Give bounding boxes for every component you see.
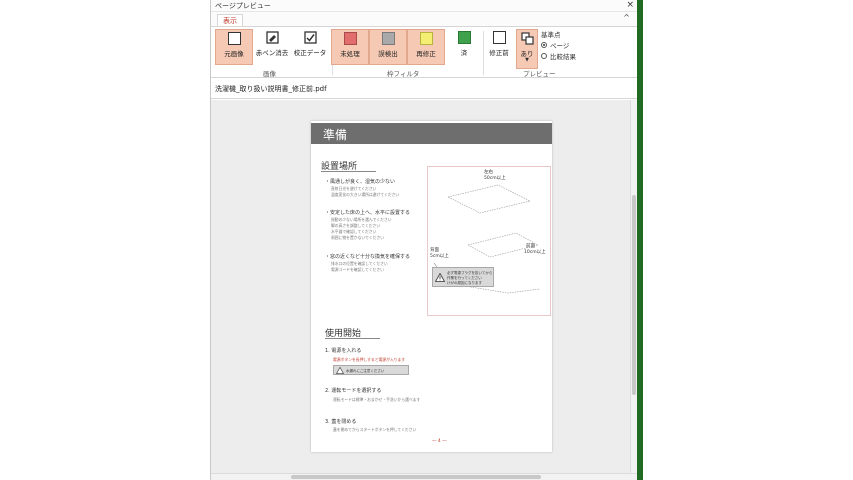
radio-page[interactable]: ページ <box>541 40 576 50</box>
original-image-label: 元画像 <box>224 50 244 58</box>
sub-text: 温度変化の大きい場所は避けてください <box>331 192 400 197</box>
reference-radio-group: 基準点 ページ 比較結果 <box>541 29 576 61</box>
caution-text: 水漏れにご注意ください <box>346 369 385 373</box>
file-name-bar: 洗濯機_取り扱い説明書_修正前.pdf <box>211 79 638 99</box>
warning-icon <box>435 273 445 282</box>
checked-page-icon <box>303 31 317 44</box>
desktop: ページプレビュー × 表示 ^ 元画像 赤ペン消去 校正データ 画像 未処理 誤… <box>0 0 853 480</box>
erase-red-pen-button[interactable]: 赤ペン消去 <box>253 29 291 65</box>
figure-note: 50cm以上 <box>484 176 506 181</box>
step-text: 3. 蓋を閉める <box>325 419 357 425</box>
document-page: 準備 設置場所 ・風通しが良く、湿気の少ない 直射日光を避けてください 温度変化… <box>311 121 552 452</box>
dropdown-arrow-icon: ▼ <box>525 57 529 63</box>
radio-page-label: ページ <box>550 42 570 50</box>
section-underline <box>325 338 380 339</box>
before-correction-label: 修正前 <box>489 49 509 57</box>
bullet-text: ・安定した床の上へ、水平に設置する <box>325 210 411 216</box>
layers-icon <box>520 32 534 45</box>
sub-text: 運転モードは標準・おまかせ・手洗いから選べます <box>333 397 421 402</box>
warning-icon <box>336 367 344 374</box>
filter-recorrect-label: 再修正 <box>416 50 436 58</box>
step-text: 1. 電源を入れる <box>325 348 362 354</box>
green-square-icon <box>457 31 471 44</box>
filter-misdetect-label: 誤検出 <box>378 50 398 58</box>
blank-page-icon <box>492 31 506 44</box>
overlay-dropdown-button[interactable]: あり ▼ <box>516 29 538 69</box>
filter-misdetect-button[interactable]: 誤検出 <box>369 29 407 65</box>
ribbon: 元画像 赤ペン消去 校正データ 画像 未処理 誤検出 再修正 済 枠フィルタ 修… <box>211 26 638 78</box>
original-image-button[interactable]: 元画像 <box>215 29 253 65</box>
eraser-page-icon <box>265 31 279 44</box>
page-header-title: 準備 <box>323 128 348 142</box>
page-header-bar: 準備 <box>311 123 552 144</box>
erase-red-pen-label: 赤ペン消去 <box>255 49 289 57</box>
vertical-scroll-thumb[interactable] <box>632 195 636 395</box>
preview-group-label: プレビュー <box>523 70 556 78</box>
caution-box: 水漏れにご注意ください <box>333 365 409 375</box>
file-name: 洗濯機_取り扱い説明書_修正前.pdf <box>215 85 327 93</box>
preview-area[interactable]: 準備 設置場所 ・風通しが良く、湿気の少ない 直射日光を避けてください 温度変化… <box>211 100 638 473</box>
background-window-edge <box>637 0 643 480</box>
bullet-text: ・窓の近くなど十分な換気を確保する <box>325 254 411 260</box>
page-number: ― 4 ― <box>432 439 447 444</box>
window-title: ページプレビュー <box>215 2 271 10</box>
figure-note: 5cm以上 <box>430 254 449 259</box>
image-group-label: 画像 <box>263 70 276 78</box>
tab-bar: 表示 ^ <box>211 12 638 26</box>
filter-done-button[interactable]: 済 <box>445 29 483 65</box>
filter-recorrect-button[interactable]: 再修正 <box>407 29 445 65</box>
close-icon[interactable]: × <box>626 0 634 10</box>
red-square-icon <box>343 32 357 45</box>
before-correction-button[interactable]: 修正前 <box>480 29 518 65</box>
sub-text: 周囲に物を置かないでください <box>331 235 385 240</box>
filter-group-label: 枠フィルタ <box>387 70 420 78</box>
tab-view[interactable]: 表示 <box>217 14 243 26</box>
page-preview-window: ページプレビュー × 表示 ^ 元画像 赤ペン消去 校正データ 画像 未処理 誤… <box>210 0 638 480</box>
filter-unprocessed-button[interactable]: 未処理 <box>331 29 369 65</box>
radio-compare-result[interactable]: 比較結果 <box>541 51 576 61</box>
warning-text: けがの原因になります <box>447 281 482 285</box>
filter-unprocessed-label: 未処理 <box>340 50 360 58</box>
yellow-square-icon <box>419 32 433 45</box>
step-text: 2. 運転モードを選択する <box>325 388 382 394</box>
red-note-text: 電源ボタンを長押しすると電源が入ります <box>333 357 406 362</box>
warning-box: 必ず電源プラグを抜いてから 作業を行ってください けがの原因になります <box>432 267 494 287</box>
vertical-scrollbar[interactable] <box>630 100 637 473</box>
installation-diagram <box>433 184 541 294</box>
horizontal-scrollbar[interactable] <box>211 473 638 480</box>
radio-page-dot[interactable] <box>541 42 547 48</box>
bullet-text: ・風通しが良く、湿気の少ない <box>325 179 396 185</box>
reference-title: 基準点 <box>541 31 561 39</box>
sub-text: 電源コードを確認してください <box>331 267 384 272</box>
radio-compare-dot[interactable] <box>541 53 547 59</box>
sub-text: 蓋を閉めてからスタートボタンを押してください <box>333 427 417 432</box>
filter-done-label: 済 <box>460 49 468 57</box>
proof-data-button[interactable]: 校正データ <box>291 29 329 65</box>
figure-note: 10cm以上 <box>524 250 546 255</box>
horizontal-scroll-thumb[interactable] <box>291 475 541 479</box>
gray-square-icon <box>381 32 395 45</box>
radio-compare-label: 比較結果 <box>550 53 576 61</box>
blank-page-icon <box>227 32 241 45</box>
section-underline <box>321 171 376 172</box>
collapse-ribbon-icon[interactable]: ^ <box>623 13 630 22</box>
proof-data-label: 校正データ <box>293 49 327 57</box>
title-bar[interactable]: ページプレビュー × <box>211 0 638 12</box>
installation-figure: 左右 50cm以上 背面 5cm以上 前面 10cm以上 必ず電源プラグを抜いて… <box>427 166 551 316</box>
